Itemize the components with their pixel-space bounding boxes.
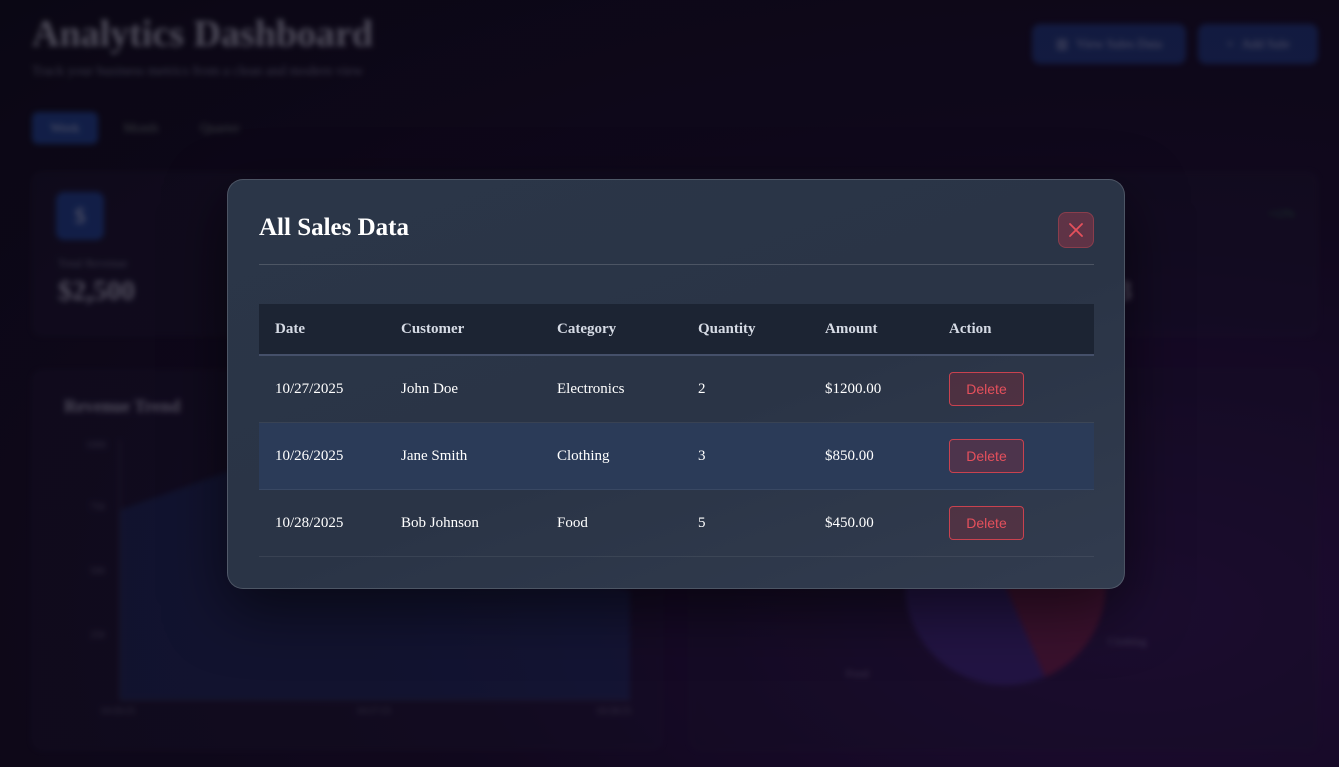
- sales-data-modal: All Sales Data Date Customer Category Qu…: [227, 179, 1125, 589]
- modal-divider: [259, 264, 1094, 265]
- cell-customer: Bob Johnson: [401, 514, 479, 531]
- cell-amount: $450.00: [825, 514, 874, 531]
- table-header: Date Customer Category Quantity Amount A…: [259, 304, 1094, 356]
- close-button[interactable]: [1058, 212, 1094, 248]
- column-header-category[interactable]: Category: [557, 321, 698, 338]
- cell-date: 10/26/2025: [275, 447, 344, 464]
- cell-category: Electronics: [557, 380, 625, 397]
- cell-quantity: 5: [698, 514, 706, 531]
- cell-category: Food: [557, 514, 588, 531]
- sales-table: Date Customer Category Quantity Amount A…: [259, 304, 1094, 557]
- table-row[interactable]: 10/28/2025 Bob Johnson Food 5 $450.00 De…: [259, 490, 1094, 557]
- cell-action: Delete: [949, 372, 1094, 406]
- column-header-date[interactable]: Date: [259, 321, 401, 338]
- delete-button[interactable]: Delete: [949, 439, 1024, 473]
- column-header-quantity[interactable]: Quantity: [698, 321, 825, 338]
- cell-quantity: 3: [698, 447, 706, 464]
- cell-date: 10/27/2025: [275, 380, 344, 397]
- cell-customer: John Doe: [401, 380, 459, 397]
- cell-action: Delete: [949, 439, 1094, 473]
- delete-button[interactable]: Delete: [949, 506, 1024, 540]
- column-header-amount[interactable]: Amount: [825, 321, 949, 338]
- cell-quantity: 2: [698, 380, 706, 397]
- cell-date: 10/28/2025: [275, 514, 344, 531]
- cell-amount: $1200.00: [825, 380, 882, 397]
- cell-amount: $850.00: [825, 447, 874, 464]
- column-header-action: Action: [949, 320, 992, 337]
- table-row[interactable]: 10/27/2025 John Doe Electronics 2 $1200.…: [259, 356, 1094, 423]
- column-header-customer[interactable]: Customer: [401, 321, 557, 338]
- cell-action: Delete: [949, 506, 1094, 540]
- close-icon: [1069, 223, 1083, 237]
- cell-category: Clothing: [557, 447, 610, 464]
- table-row[interactable]: 10/26/2025 Jane Smith Clothing 3 $850.00…: [259, 423, 1094, 490]
- modal-title: All Sales Data: [259, 214, 409, 241]
- cell-customer: Jane Smith: [401, 447, 468, 464]
- delete-button[interactable]: Delete: [949, 372, 1024, 406]
